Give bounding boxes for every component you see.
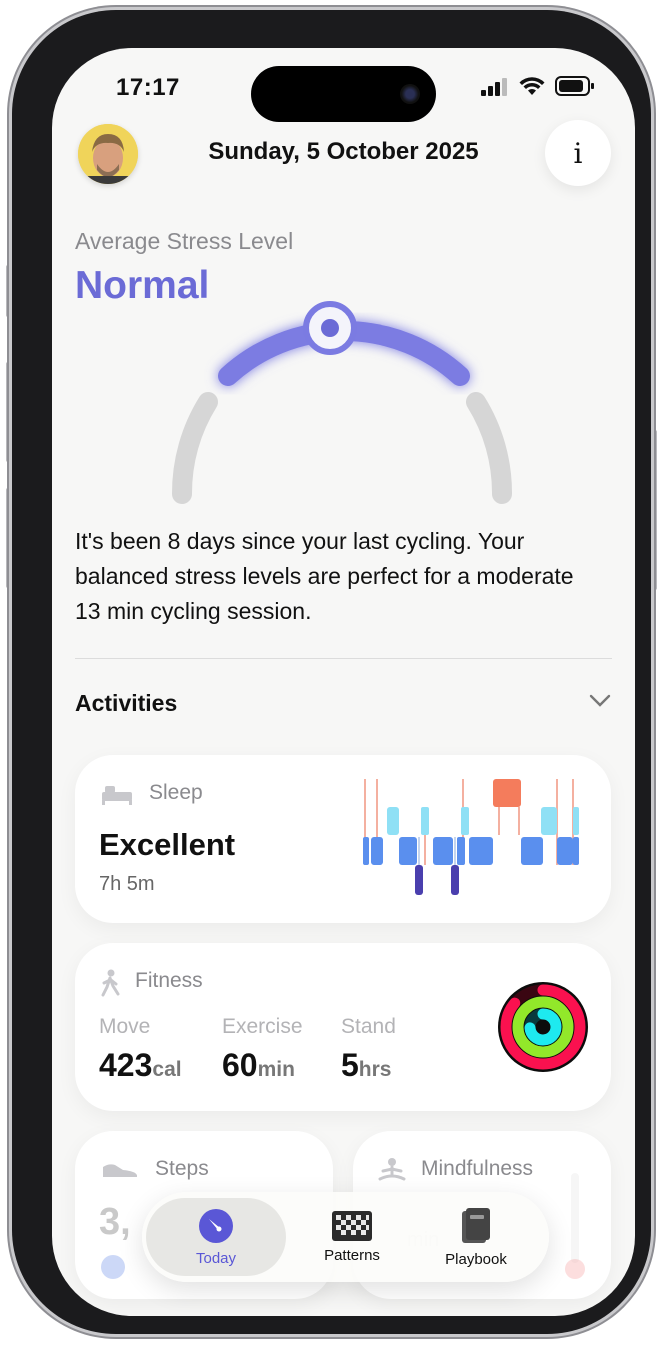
move-value: 423cal — [99, 1047, 182, 1084]
exercise-label: Exercise — [222, 1015, 303, 1038]
volume-down-button — [6, 488, 11, 588]
power-button — [652, 430, 657, 590]
chevron-down-icon[interactable] — [589, 694, 611, 708]
move-label: Move — [99, 1015, 151, 1038]
tab-today[interactable]: Today — [146, 1198, 286, 1276]
dynamic-island — [251, 66, 436, 122]
exercise-number: 60 — [222, 1047, 258, 1083]
move-unit: cal — [152, 1058, 182, 1081]
fitness-card[interactable]: Fitness Move 423cal Exercise 60min Stand… — [75, 943, 611, 1111]
stress-label: Average Stress Level — [75, 228, 294, 254]
gauge-track-left — [171, 392, 218, 504]
battery-icon — [555, 76, 594, 96]
sleep-card[interactable]: Sleep Excellent 7h 5m — [75, 755, 611, 923]
sleep-stages-chart — [363, 779, 579, 895]
mindfulness-dot — [565, 1259, 585, 1279]
stress-message: It's been 8 days since your last cycling… — [75, 528, 574, 624]
sleep-title: Sleep — [149, 781, 203, 804]
fitness-title: Fitness — [135, 969, 203, 992]
sleep-quality: Excellent — [99, 827, 236, 862]
tab-playbook[interactable]: Playbook — [416, 1192, 536, 1282]
tab-patterns[interactable]: Patterns — [292, 1192, 412, 1282]
gauge-track-right — [466, 392, 513, 504]
exercise-unit: min — [257, 1058, 295, 1081]
check-icon — [101, 1255, 125, 1279]
shoe-icon — [103, 1164, 137, 1177]
volume-up-button — [6, 362, 11, 462]
steps-title: Steps — [155, 1157, 209, 1180]
phone-frame: 17:17 Sunday, 5 October 2025 i Average S… — [12, 10, 651, 1334]
info-icon: i — [573, 136, 583, 170]
screen: 17:17 Sunday, 5 October 2025 i Average S… — [52, 48, 635, 1316]
signal-icon — [481, 78, 507, 96]
sleep-duration: 7h 5m — [99, 873, 155, 895]
stand-value: 5hrs — [341, 1047, 391, 1084]
book-icon — [462, 1207, 490, 1243]
tab-playbook-label: Playbook — [445, 1250, 507, 1268]
walking-figure-icon — [101, 969, 120, 997]
camera-icon — [400, 84, 420, 104]
action-button — [6, 265, 11, 317]
mindfulness-title: Mindfulness — [421, 1157, 534, 1180]
status-time: 17:17 — [116, 74, 180, 101]
activities-title: Activities — [75, 690, 178, 716]
activity-rings — [498, 982, 588, 1072]
tab-patterns-label: Patterns — [324, 1246, 380, 1264]
meditation-icon — [378, 1158, 406, 1181]
mindfulness-bar — [571, 1173, 579, 1263]
steps-value: 3, — [99, 1201, 131, 1243]
move-number: 423 — [99, 1047, 153, 1083]
grid-icon — [332, 1210, 372, 1241]
tab-today-label: Today — [195, 1249, 237, 1267]
status-icons — [481, 76, 595, 96]
stand-label: Stand — [341, 1015, 396, 1038]
exercise-value: 60min — [222, 1047, 295, 1084]
tab-bar: Today Patterns Playbook — [142, 1192, 549, 1282]
divider — [75, 658, 612, 659]
stress-gauge — [171, 301, 513, 504]
stand-number: 5 — [341, 1047, 359, 1083]
bed-icon — [102, 786, 132, 805]
stand-unit: hrs — [358, 1058, 392, 1081]
wifi-icon — [519, 77, 545, 95]
compass-icon — [199, 1208, 233, 1243]
info-button[interactable]: i — [545, 120, 611, 186]
